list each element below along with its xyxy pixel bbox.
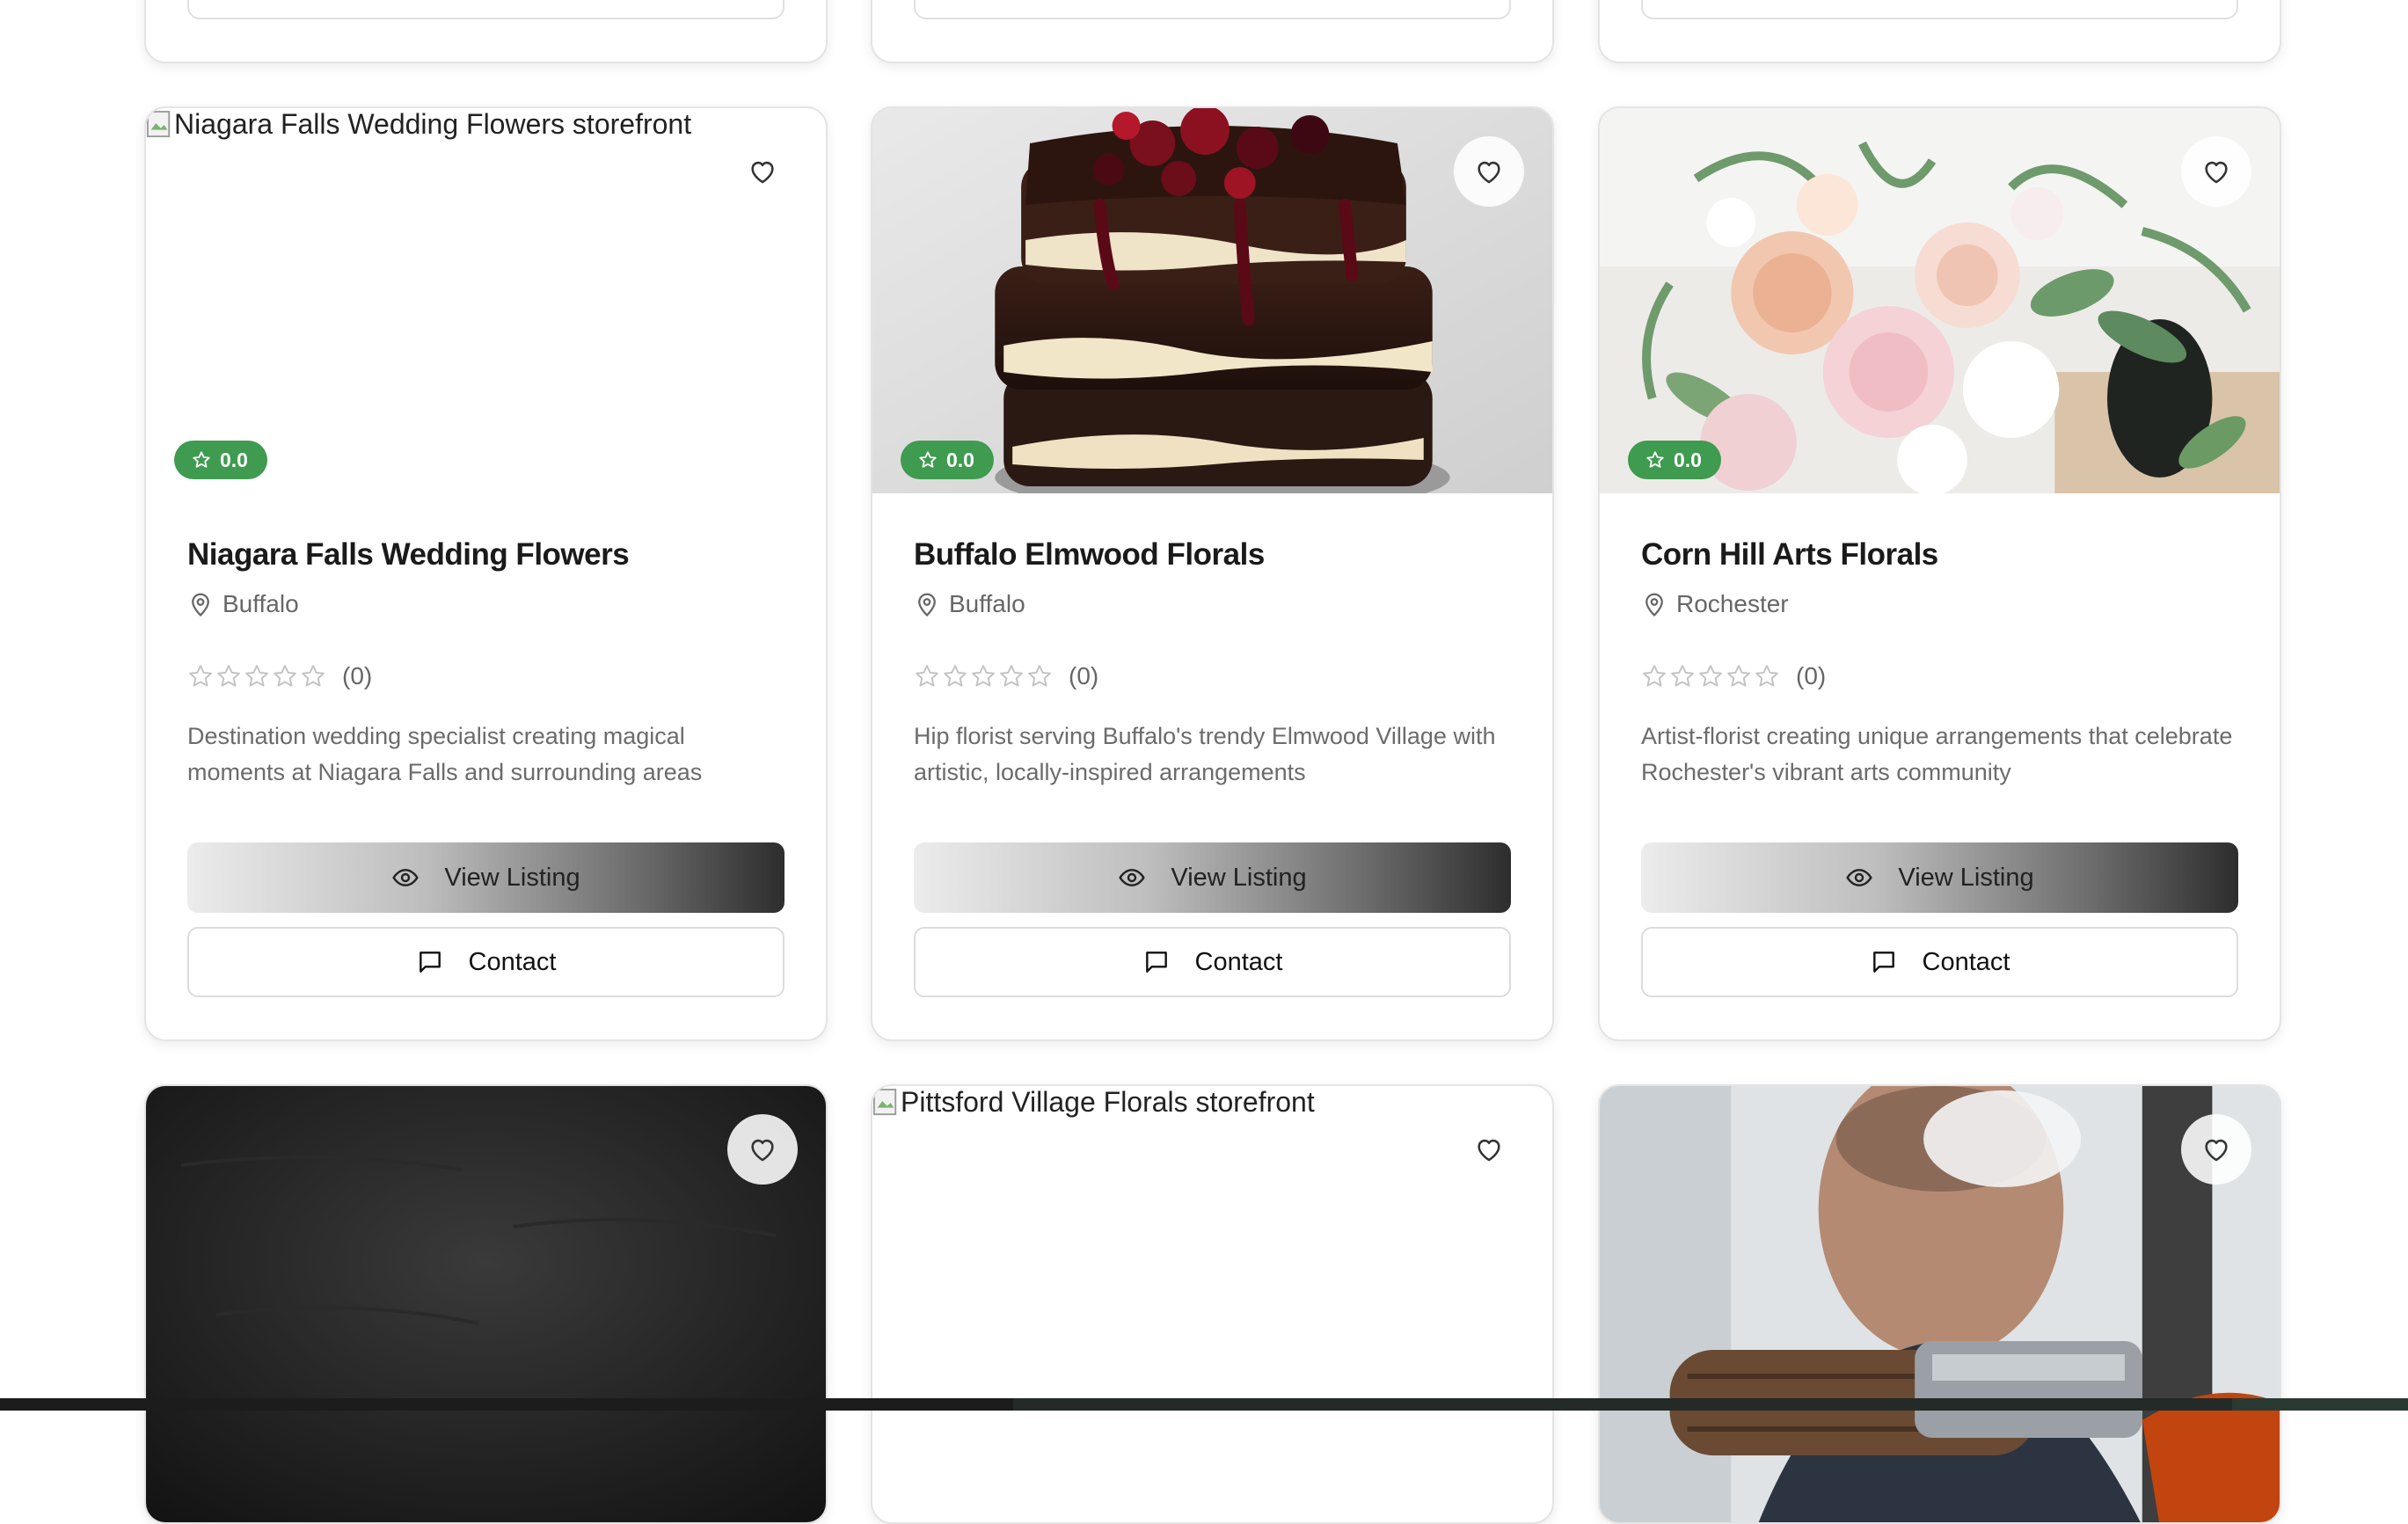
star-icon: [217, 665, 240, 687]
vendor-description: Artist-florist creating unique arrangeme…: [1641, 723, 2233, 785]
rating-badge: 0.0: [1628, 441, 1721, 479]
star-rating: (0): [914, 662, 1098, 690]
heart-icon: [1478, 161, 1500, 184]
star-rating: (0): [187, 662, 372, 690]
view-listing-button[interactable]: View Listing: [1641, 842, 2238, 913]
map-pin-icon: [918, 593, 936, 617]
favorite-button[interactable]: [1454, 1114, 1524, 1185]
contact-button[interactable]: Contact: [914, 927, 1511, 997]
bottom-bar-segment: [2232, 1398, 2408, 1411]
star-icon: [189, 665, 212, 687]
vendor-card: 0.0 Corn Hill Arts Florals Rochester (0)…: [1598, 106, 2281, 1041]
eye-icon: [1846, 869, 1873, 886]
vendor-location: Buffalo: [914, 590, 1025, 618]
eye-icon: [1119, 869, 1146, 886]
broken-image-icon: [146, 110, 171, 137]
vendor-image: Niagara Falls Wedding Flowers storefront…: [146, 108, 826, 493]
heart-icon: [1478, 1139, 1500, 1162]
vendor-card-top-2: [871, 0, 1554, 63]
star-icon: [1699, 665, 1722, 687]
map-pin-icon: [192, 593, 209, 617]
view-listing-button[interactable]: View Listing: [187, 842, 784, 913]
favorite-button[interactable]: [727, 136, 798, 207]
vendor-image: [146, 1086, 826, 1522]
star-icon: [1646, 451, 1664, 468]
vendor-card: 0.0 Buffalo Elmwood Florals Buffalo (0) …: [871, 106, 1554, 1041]
star-icon: [274, 665, 296, 687]
vendor-description: Destination wedding specialist creating …: [187, 723, 703, 785]
star-icon: [245, 665, 268, 687]
review-count: (0): [1796, 662, 1827, 689]
vendor-card: [1598, 1084, 2281, 1524]
message-square-icon: [1872, 952, 1894, 973]
star-icon: [1028, 665, 1051, 687]
vendor-name[interactable]: Niagara Falls Wedding Flowers: [187, 537, 630, 572]
contact-button[interactable]: [914, 0, 1511, 19]
star-icon: [972, 665, 995, 687]
vendor-card-top-3: [1598, 0, 2281, 63]
image-alt-text: Pittsford Village Florals storefront: [872, 1086, 1315, 1119]
star-icon: [1727, 665, 1750, 687]
contact-button[interactable]: Contact: [187, 927, 784, 997]
vendor-card-top-1: [144, 0, 828, 63]
vendor-image: [1600, 1086, 2280, 1522]
broken-image-icon: [872, 1088, 897, 1115]
message-square-icon: [419, 952, 441, 973]
vendor-description: Hip florist serving Buffalo's trendy Elm…: [914, 723, 1496, 785]
star-icon: [944, 665, 967, 687]
craftsman-photo: [1600, 1086, 2280, 1522]
star-icon: [1000, 665, 1023, 687]
vendor-card: Niagara Falls Wedding Flowers storefront…: [144, 106, 828, 1041]
star-icon: [1755, 665, 1778, 687]
review-count: (0): [1069, 662, 1099, 689]
heart-icon: [751, 161, 774, 184]
vendor-card: [144, 1084, 828, 1524]
star-icon: [919, 451, 937, 468]
map-pin-icon: [1645, 593, 1663, 617]
vendor-image: Pittsford Village Florals storefront: [872, 1086, 1552, 1522]
favorite-button[interactable]: [1454, 136, 1524, 207]
view-listing-button[interactable]: View Listing: [914, 842, 1511, 913]
heart-icon: [2205, 161, 2228, 184]
contact-button[interactable]: [1641, 0, 2238, 19]
heart-icon: [2205, 1139, 2228, 1162]
bottom-bar-segment: [1013, 1398, 2232, 1411]
vendor-name[interactable]: Corn Hill Arts Florals: [1641, 537, 1938, 572]
bottom-bar: [0, 1398, 2408, 1411]
favorite-button[interactable]: [2181, 136, 2251, 207]
star-icon: [1671, 665, 1694, 687]
star-icon: [1643, 665, 1666, 687]
vendor-name[interactable]: Buffalo Elmwood Florals: [914, 537, 1265, 572]
favorite-button[interactable]: [2181, 1114, 2251, 1185]
heart-icon: [751, 1139, 774, 1162]
rating-badge: 0.0: [174, 441, 267, 479]
flowers-photo: [1600, 108, 2280, 493]
contact-button[interactable]: [187, 0, 784, 19]
star-icon: [193, 451, 210, 468]
message-square-icon: [1145, 952, 1167, 973]
vendor-card: Pittsford Village Florals storefront: [871, 1084, 1554, 1524]
vendor-image: 0.0: [1600, 108, 2280, 493]
star-rating: (0): [1641, 662, 1826, 690]
favorite-button[interactable]: [727, 1114, 798, 1185]
review-count: (0): [342, 662, 373, 689]
dark-texture-photo: [146, 1086, 826, 1522]
star-icon: [916, 665, 938, 687]
vendor-location: Rochester: [1641, 590, 1789, 618]
vendor-location: Buffalo: [187, 590, 299, 618]
vendor-image: 0.0: [872, 108, 1552, 493]
star-icon: [302, 665, 325, 687]
cake-photo: [872, 108, 1552, 493]
rating-badge: 0.0: [901, 441, 994, 479]
eye-icon: [392, 869, 420, 886]
contact-button[interactable]: Contact: [1641, 927, 2238, 997]
image-alt-text: Niagara Falls Wedding Flowers storefront: [146, 108, 691, 141]
